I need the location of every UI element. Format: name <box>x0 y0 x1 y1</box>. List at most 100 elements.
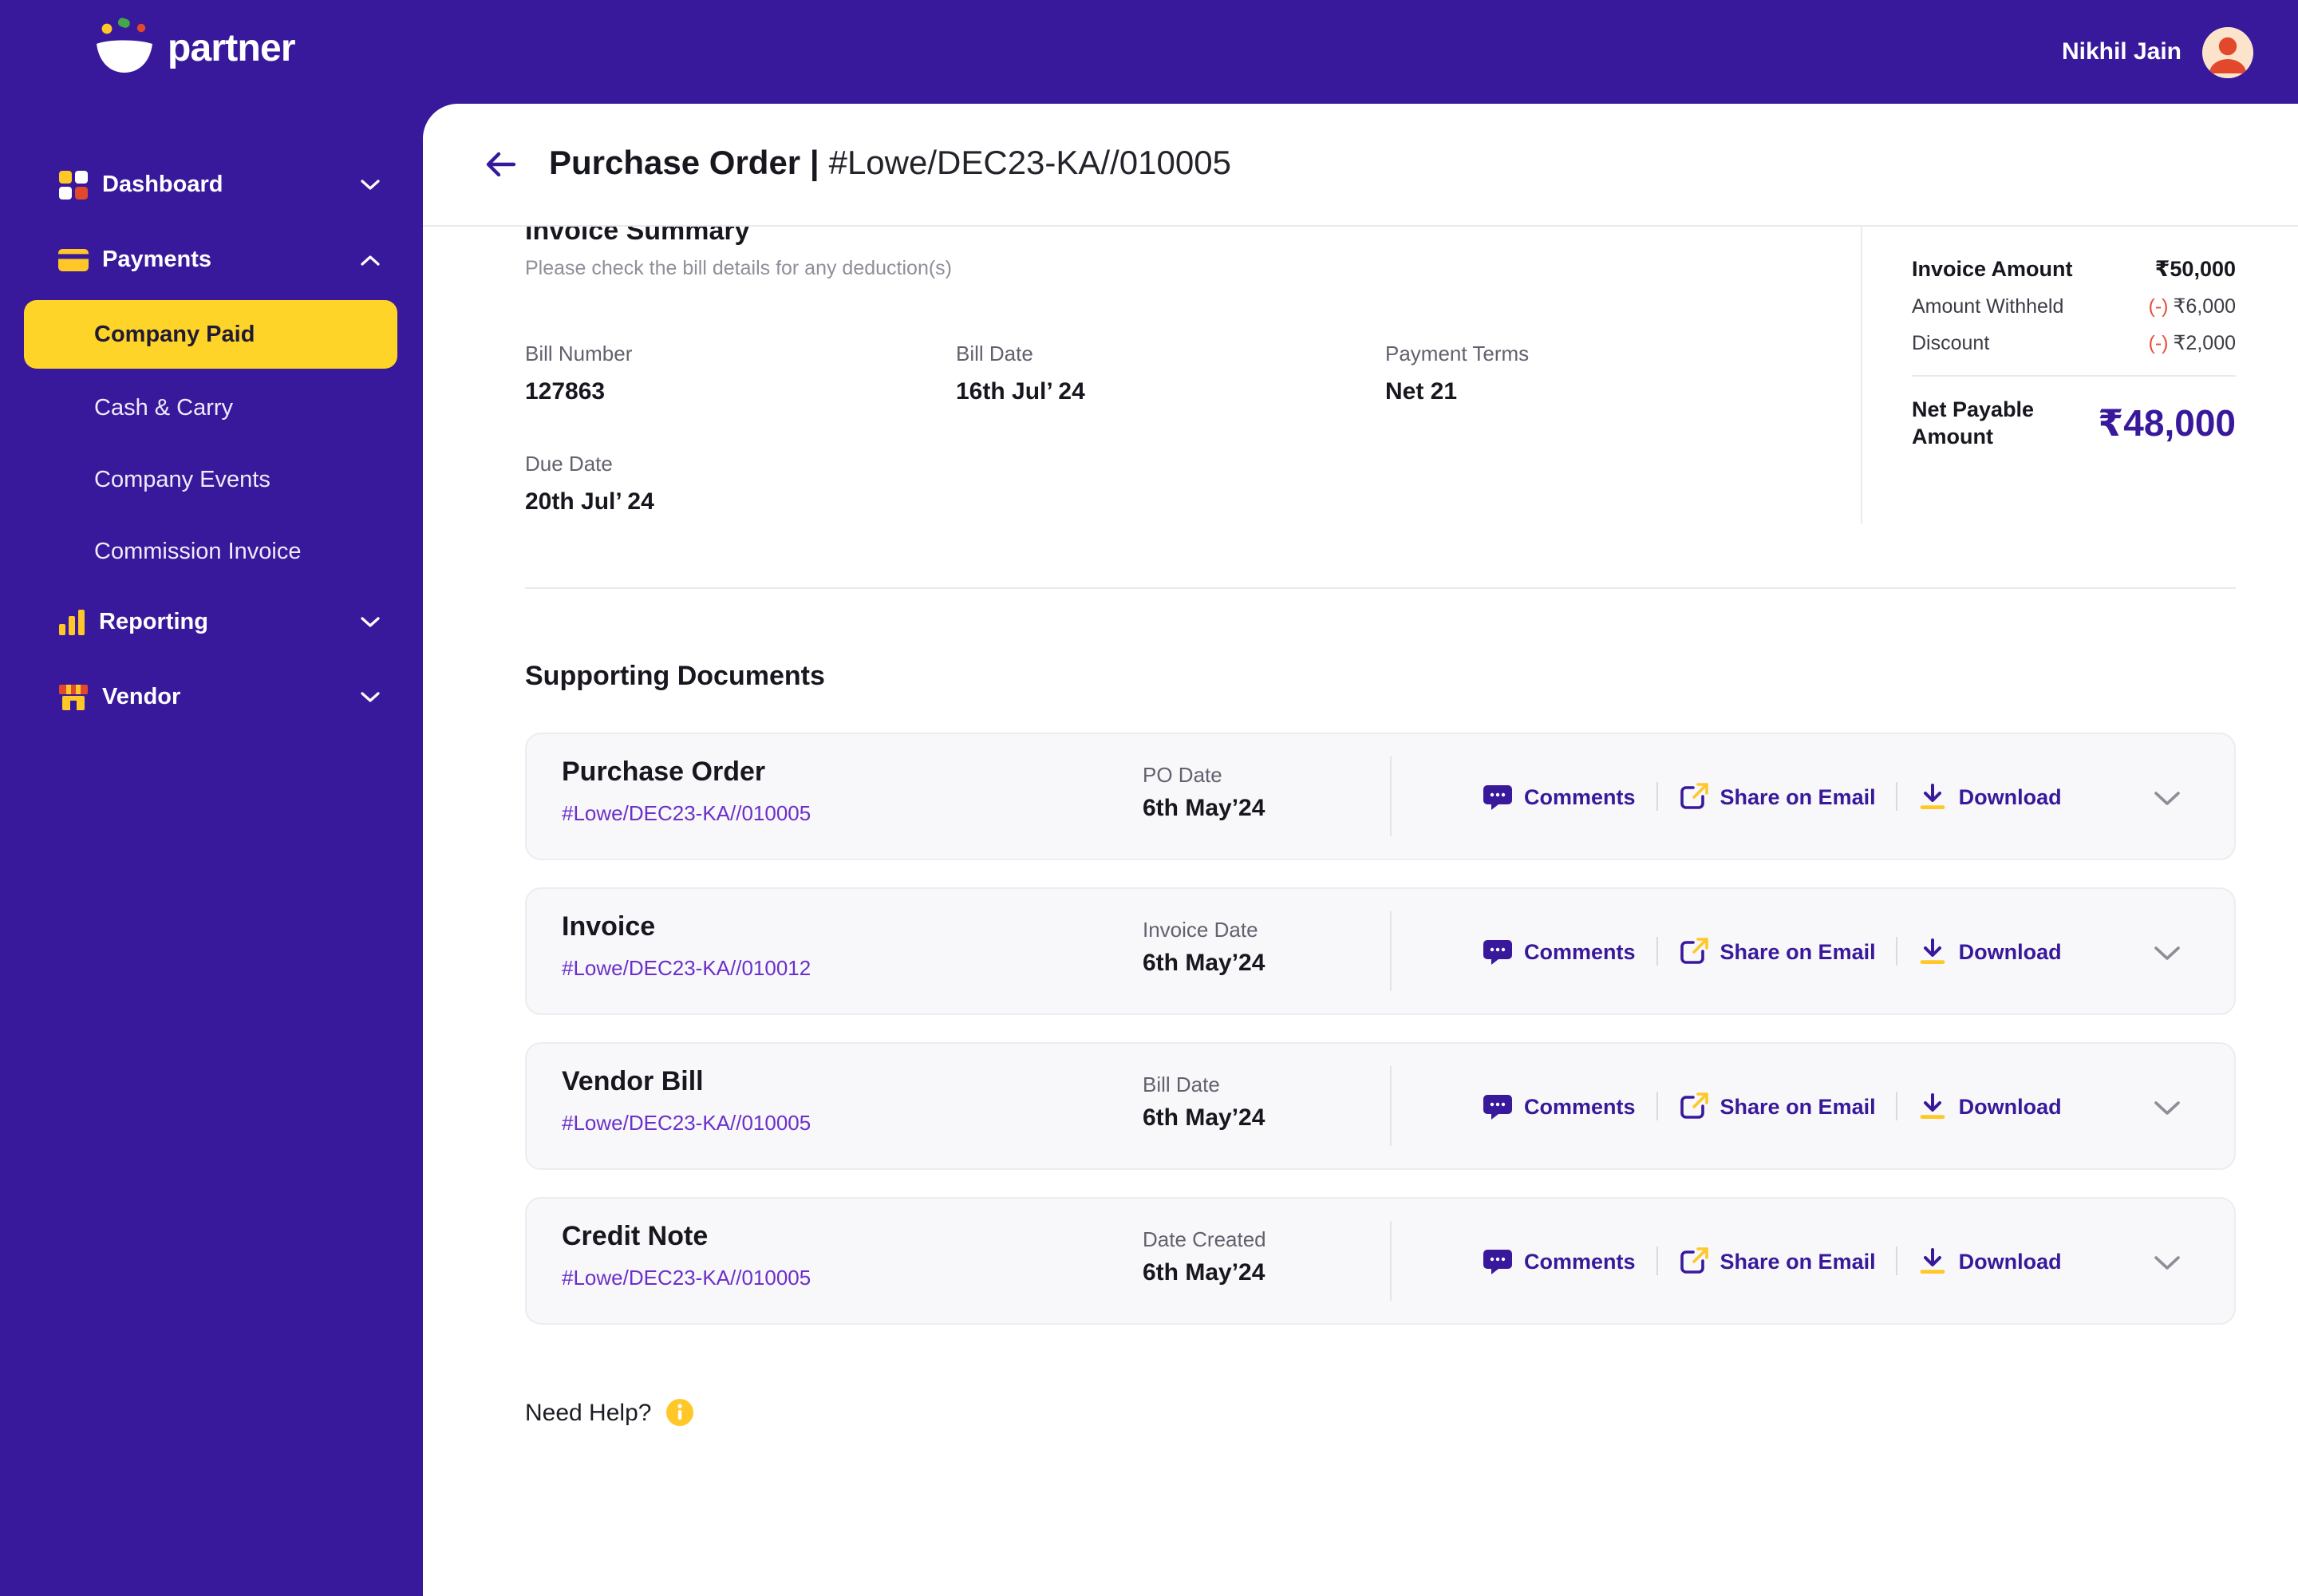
chevron-down-icon <box>361 180 380 190</box>
reporting-icon <box>59 610 85 635</box>
divider <box>1912 375 2236 377</box>
chevron-down-icon[interactable] <box>2154 1101 2180 1116</box>
sidebar-item-dashboard[interactable]: Dashboard <box>0 150 423 220</box>
field-value: 20th Jul’ 24 <box>525 488 654 516</box>
sidebar-item-vendor[interactable]: Vendor <box>0 662 423 733</box>
divider <box>1656 1246 1658 1275</box>
document-number-link[interactable]: #Lowe/DEC23-KA//010005 <box>562 1111 811 1135</box>
amount-value: (-) ₹2,000 <box>2148 332 2236 354</box>
document-date-value: 6th May’24 <box>1143 1259 1265 1286</box>
sidebar-subitem-label: Company Events <box>94 467 270 492</box>
share-label: Share on Email <box>1720 1249 1876 1273</box>
chevron-down-icon[interactable] <box>2154 946 2180 961</box>
back-button[interactable] <box>482 148 517 180</box>
document-date-label: PO Date <box>1143 763 1222 787</box>
comments-button[interactable]: Comments <box>1483 783 1636 810</box>
sidebar-subitem-label: Cash & Carry <box>94 395 234 421</box>
comments-button[interactable]: Comments <box>1483 1092 1636 1120</box>
download-button[interactable]: Download <box>1919 1246 2062 1275</box>
document-actions: Comments Share on Email Download <box>1483 889 2062 1013</box>
amount-value: ₹50,000 <box>2154 257 2236 281</box>
divider <box>1390 1221 1392 1301</box>
comments-icon <box>1483 1094 1512 1119</box>
divider <box>1656 782 1658 811</box>
document-actions: Comments Share on Email Download <box>1483 1044 2062 1168</box>
sidebar-item-label: Dashboard <box>102 172 223 198</box>
document-date-label: Bill Date <box>1143 1073 1220 1096</box>
comments-icon <box>1483 784 1512 809</box>
comments-button[interactable]: Comments <box>1483 938 1636 965</box>
bill-date-field: Bill Date 16th Jul’ 24 <box>956 342 1385 407</box>
page-title-text: Purchase Order | <box>549 145 819 182</box>
document-number-link[interactable]: #Lowe/DEC23-KA//010012 <box>562 956 811 980</box>
sidebar-subitem-label: Company Paid <box>94 322 255 347</box>
download-label: Download <box>1958 784 2062 808</box>
share-label: Share on Email <box>1720 784 1876 808</box>
section-divider <box>525 587 2236 589</box>
sidebar-item-company-paid[interactable]: Company Paid <box>24 300 397 369</box>
document-card-credit-note: Credit Note #Lowe/DEC23-KA//010005 Date … <box>525 1197 2236 1325</box>
bill-fields: Bill Number 127863 Bill Date 16th Jul’ 2… <box>525 342 1861 517</box>
comments-label: Comments <box>1524 784 1636 808</box>
amount-withheld-row: Amount Withheld (-) ₹6,000 <box>1912 294 2236 319</box>
comments-icon <box>1483 939 1512 964</box>
divider <box>1656 1092 1658 1120</box>
amount-label: Invoice Amount <box>1912 257 2073 281</box>
user-avatar[interactable] <box>2202 26 2253 77</box>
share-on-email-button[interactable]: Share on Email <box>1679 937 1876 966</box>
comments-label: Comments <box>1524 1094 1636 1118</box>
document-title: Purchase Order <box>562 757 766 787</box>
field-label: Due Date <box>525 452 613 476</box>
due-date-field: Due Date 20th Jul’ 24 <box>525 452 956 517</box>
vertical-divider <box>1861 227 1862 523</box>
sidebar-item-company-events[interactable]: Company Events <box>0 444 423 516</box>
sidebar-item-commission-invoice[interactable]: Commission Invoice <box>0 516 423 587</box>
field-value: 127863 <box>525 378 606 405</box>
document-date-label: Invoice Date <box>1143 918 1258 942</box>
sidebar-item-payments[interactable]: Payments <box>0 225 423 295</box>
share-on-email-button[interactable]: Share on Email <box>1679 782 1876 811</box>
document-actions: Comments Share on Email Download <box>1483 734 2062 859</box>
document-card-list: Purchase Order #Lowe/DEC23-KA//010005 PO… <box>525 733 2236 1325</box>
share-on-email-button[interactable]: Share on Email <box>1679 1246 1876 1275</box>
discount-row: Discount (-) ₹2,000 <box>1912 330 2236 356</box>
share-icon <box>1680 783 1708 809</box>
info-icon[interactable] <box>665 1398 694 1427</box>
document-number-link[interactable]: #Lowe/DEC23-KA//010005 <box>562 801 811 825</box>
sidebar-item-label: Payments <box>102 247 212 273</box>
sidebar-item-label: Vendor <box>102 685 181 710</box>
chevron-down-icon <box>361 692 380 702</box>
document-card-invoice: Invoice #Lowe/DEC23-KA//010012 Invoice D… <box>525 887 2236 1015</box>
share-label: Share on Email <box>1720 1094 1876 1118</box>
comments-button[interactable]: Comments <box>1483 1247 1636 1274</box>
document-date-value: 6th May’24 <box>1143 950 1265 977</box>
supporting-documents-title: Supporting Documents <box>525 661 825 691</box>
page-header: Purchase Order | #Lowe/DEC23-KA//010005 <box>423 104 2298 227</box>
topbar-user[interactable]: Nikhil Jain <box>2062 0 2253 104</box>
logo-text: partner <box>168 27 296 70</box>
payments-icon <box>58 249 89 271</box>
download-label: Download <box>1958 1249 2062 1273</box>
comments-label: Comments <box>1524 1249 1636 1273</box>
download-button[interactable]: Download <box>1919 1092 2062 1120</box>
divider <box>1390 757 1392 836</box>
chevron-down-icon[interactable] <box>2154 792 2180 806</box>
logo-bowl-icon <box>97 18 152 73</box>
sidebar-item-cash-and-carry[interactable]: Cash & Carry <box>0 372 423 444</box>
sidebar-item-reporting[interactable]: Reporting <box>0 587 423 658</box>
download-button[interactable]: Download <box>1919 782 2062 811</box>
download-button[interactable]: Download <box>1919 937 2062 966</box>
share-icon <box>1680 938 1708 964</box>
amount-label: Discount <box>1912 332 1990 354</box>
invoice-summary-section: Invoice Summary Please check the bill de… <box>525 214 2236 523</box>
need-help-label: Need Help? <box>525 1399 652 1426</box>
chevron-down-icon[interactable] <box>2154 1256 2180 1270</box>
download-icon <box>1921 1248 1946 1274</box>
page-title: Purchase Order | #Lowe/DEC23-KA//010005 <box>549 145 1231 184</box>
document-number-link[interactable]: #Lowe/DEC23-KA//010005 <box>562 1266 811 1290</box>
need-help: Need Help? <box>525 1398 2236 1427</box>
net-payable-label: Net Payable Amount <box>1912 397 2035 448</box>
share-on-email-button[interactable]: Share on Email <box>1679 1092 1876 1120</box>
amount-label: Amount Withheld <box>1912 295 2064 318</box>
share-icon <box>1680 1092 1708 1119</box>
